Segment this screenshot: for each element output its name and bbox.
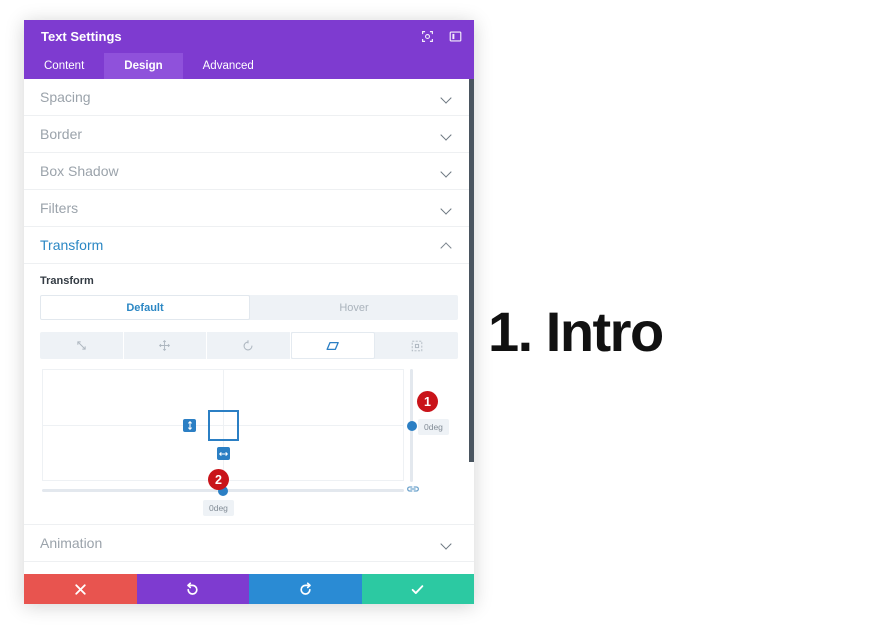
modal-header: Text Settings (24, 20, 474, 53)
annotation-badge-2: 2 (208, 469, 229, 490)
rotate-icon[interactable] (207, 332, 291, 359)
settings-scroll-area: Spacing Border Box Shadow Filters Transf (24, 79, 474, 574)
modal-tab-bar: Content Design Advanced (24, 53, 474, 79)
skew-y-handle[interactable] (183, 419, 196, 432)
tab-advanced[interactable]: Advanced (183, 53, 274, 79)
transform-panel: Transform Default Hover 0deg 0deg (24, 264, 474, 525)
section-label: Transform (40, 237, 104, 253)
origin-icon[interactable] (375, 332, 458, 359)
section-box-shadow[interactable]: Box Shadow (24, 153, 474, 190)
section-animation[interactable]: Animation (24, 525, 474, 562)
skew-y-slider-knob[interactable] (406, 420, 417, 431)
redo-button[interactable] (249, 574, 362, 604)
state-tab-hover[interactable]: Hover (250, 295, 458, 320)
cancel-button[interactable] (24, 574, 137, 604)
tab-content[interactable]: Content (24, 53, 104, 79)
scale-icon[interactable] (40, 332, 124, 359)
modal-footer (24, 574, 474, 604)
chevron-down-icon (441, 540, 452, 547)
text-settings-modal: Text Settings Content Design Advanced Sp… (24, 20, 474, 604)
section-border[interactable]: Border (24, 116, 474, 153)
undo-button[interactable] (136, 574, 249, 604)
redo-icon (300, 581, 311, 595)
translate-icon[interactable] (124, 332, 208, 359)
page-content: 1. Intro 1. Intro (79, 0, 880, 628)
skew-x-value: 0deg (203, 500, 234, 516)
close-icon (75, 583, 86, 595)
skew-icon[interactable] (290, 332, 376, 359)
section-filters[interactable]: Filters (24, 190, 474, 227)
chevron-down-icon (441, 168, 452, 175)
chevron-up-icon (441, 242, 452, 249)
tab-design[interactable]: Design (104, 53, 183, 79)
layout-icon[interactable] (448, 30, 462, 44)
expand-icon[interactable] (420, 30, 434, 44)
transform-mode-toolbar (40, 332, 458, 359)
modal-title: Text Settings (41, 29, 122, 44)
skew-canvas[interactable] (42, 369, 404, 481)
screenshot-root: 1. Intro 1. Intro Text Settings (0, 0, 880, 628)
skew-y-slider[interactable] (406, 369, 417, 482)
skew-x-handle[interactable] (217, 447, 230, 460)
state-tab-default[interactable]: Default (40, 295, 250, 320)
skew-editor: 0deg 0deg (40, 369, 458, 516)
chevron-down-icon (441, 94, 452, 101)
section-label: Filters (40, 200, 79, 216)
page-title: 1. Intro (488, 300, 664, 363)
chevron-down-icon (441, 205, 452, 212)
section-transform[interactable]: Transform (24, 227, 474, 264)
modal-header-actions (420, 30, 462, 44)
annotation-badge-1: 1 (417, 391, 438, 412)
section-label: Spacing (40, 89, 91, 105)
transform-field-label: Transform (40, 275, 94, 287)
settings-scrollbar[interactable] (469, 79, 474, 574)
transform-state-toggle: Default Hover (40, 295, 458, 320)
skew-y-value: 0deg (418, 419, 449, 435)
modal-body: Spacing Border Box Shadow Filters Transf (24, 79, 474, 574)
check-icon (411, 584, 424, 594)
save-button[interactable] (361, 574, 474, 604)
section-label: Animation (40, 535, 103, 551)
skew-x-slider[interactable] (42, 485, 404, 496)
section-label: Border (40, 126, 83, 142)
section-spacing[interactable]: Spacing (24, 79, 474, 116)
link-icon[interactable] (406, 484, 420, 496)
scrollbar-thumb[interactable] (469, 79, 474, 462)
skew-preview-shape[interactable] (208, 410, 239, 441)
undo-icon (187, 581, 198, 595)
chevron-down-icon (441, 131, 452, 138)
section-label: Box Shadow (40, 163, 119, 179)
